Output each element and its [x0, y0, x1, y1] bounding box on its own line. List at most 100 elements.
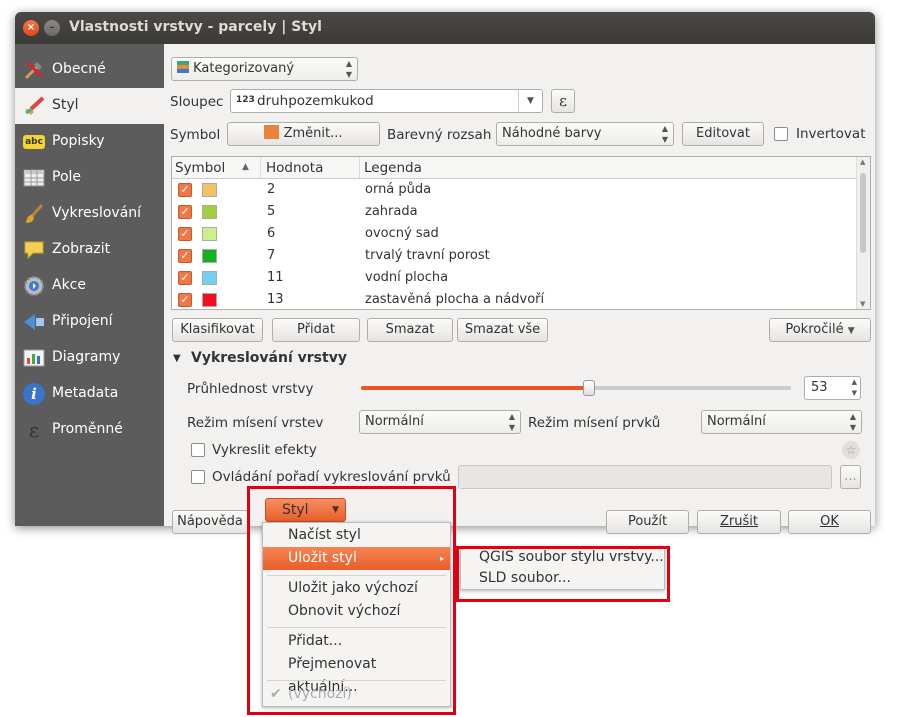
title-bar: × – Vlastnosti vrstvy - parcely | Styl: [15, 12, 875, 44]
opacity-slider[interactable]: [361, 380, 791, 396]
table-row[interactable]: ✓ 11 vodní plocha: [172, 267, 856, 289]
category-checkbox[interactable]: ✓: [178, 183, 192, 197]
sidebar-item-rendering[interactable]: Vykreslování: [15, 196, 164, 232]
blend-feature-label: Režim mísení prvků: [528, 415, 661, 431]
categorized-icon: [177, 61, 189, 73]
feature-order-label: Ovládání pořadí vykreslování prvků: [212, 469, 451, 485]
diagram-icon: [23, 349, 45, 367]
star-effects-icon[interactable]: ☆: [842, 441, 860, 459]
style-panel: Kategorizovaný ▲ ▼ Sloupec 123 druhpozemk…: [164, 44, 875, 534]
sidebar-item-diagrams[interactable]: Diagramy: [15, 340, 164, 376]
apply-button[interactable]: Použít: [606, 510, 689, 534]
sidebar-item-actions[interactable]: Akce: [15, 268, 164, 304]
sidebar-item-metadata[interactable]: i Metadata: [15, 376, 164, 412]
info-icon: i: [23, 383, 45, 405]
scroll-down-icon[interactable]: ▼: [860, 300, 865, 308]
blend-feature-select[interactable]: Normální ▲ ▼: [701, 410, 862, 434]
minimize-icon[interactable]: –: [44, 20, 60, 36]
add-category-button[interactable]: Přidat: [272, 318, 360, 342]
numeric-field-icon: 123: [236, 95, 255, 105]
sidebar-item-joins[interactable]: Připojení: [15, 304, 164, 340]
category-legend: ovocný sad: [365, 226, 439, 241]
category-legend: trvalý travní porost: [365, 248, 490, 263]
blend-layer-select[interactable]: Normální ▲ ▼: [359, 410, 521, 434]
collapse-arrow-icon[interactable]: ▼: [173, 353, 181, 364]
feature-order-more-button[interactable]: ...: [840, 465, 861, 489]
header-symbol[interactable]: Symbol: [175, 160, 225, 176]
category-legend: zastavěná plocha a nádvoří: [365, 292, 545, 307]
rendering-section-title[interactable]: Vykreslování vrstvy: [191, 350, 347, 366]
category-checkbox[interactable]: ✓: [178, 205, 192, 219]
classify-button[interactable]: Klasifikovat: [172, 318, 263, 342]
table-icon: [23, 169, 45, 187]
highlight-box-save-submenu: [456, 546, 670, 602]
invert-checkbox[interactable]: [774, 127, 788, 141]
column-select[interactable]: 123 druhpozemkukod ▼: [230, 89, 543, 113]
help-button[interactable]: Nápověda: [172, 510, 248, 534]
category-checkbox[interactable]: ✓: [178, 293, 192, 307]
close-icon[interactable]: ×: [23, 20, 39, 36]
expression-button[interactable]: ε: [551, 89, 575, 113]
speech-bubble-icon: [24, 241, 44, 260]
header-value[interactable]: Hodnota: [266, 160, 323, 176]
invert-label: Invertovat: [796, 126, 866, 142]
paintbrush-icon: [25, 96, 45, 115]
sidebar-item-style[interactable]: Styl: [15, 88, 164, 124]
edit-ramp-button[interactable]: Editovat: [682, 122, 764, 146]
advanced-button[interactable]: Pokročilé ▼: [769, 318, 871, 342]
spinner-arrows-icon: ▲ ▼: [345, 59, 352, 79]
category-symbol-swatch[interactable]: [202, 293, 217, 307]
table-row[interactable]: ✓ 5 zahrada: [172, 201, 856, 223]
spinner-arrows-icon: ▲ ▼: [849, 412, 856, 432]
layer-properties-window: × – Vlastnosti vrstvy - parcely | Styl O…: [15, 12, 875, 534]
scroll-up-icon[interactable]: ▲: [860, 158, 865, 166]
category-checkbox[interactable]: ✓: [178, 249, 192, 263]
chevron-down-icon[interactable]: ▼: [518, 90, 542, 112]
opacity-slider-handle[interactable]: [582, 380, 595, 396]
table-scrollbar[interactable]: ▲ ▼: [856, 157, 870, 309]
join-icon: [24, 314, 44, 330]
category-legend: orná půda: [365, 182, 432, 197]
sidebar-item-general[interactable]: Obecné: [15, 52, 164, 88]
ok-button[interactable]: OK: [788, 510, 871, 534]
spinner-arrows-icon[interactable]: ▲ ▼: [852, 377, 857, 399]
category-symbol-swatch[interactable]: [202, 249, 217, 263]
category-symbol-swatch[interactable]: [202, 271, 217, 285]
cancel-button[interactable]: Zrušit: [697, 510, 781, 534]
change-symbol-button[interactable]: Změnit...: [227, 122, 380, 146]
header-legend[interactable]: Legenda: [364, 160, 422, 176]
table-row[interactable]: ✓ 13 zastavěná plocha a nádvoří: [172, 289, 856, 311]
delete-all-button[interactable]: Smazat vše: [457, 318, 548, 342]
opacity-spinbox[interactable]: 53 ▲ ▼: [804, 376, 861, 400]
scrollbar-thumb[interactable]: [860, 173, 866, 253]
highlight-box-style-menu: [247, 486, 456, 715]
feature-order-field: [458, 465, 832, 489]
chevron-down-icon: ▼: [847, 326, 855, 336]
category-symbol-swatch[interactable]: [202, 183, 217, 197]
delete-category-button[interactable]: Smazat: [367, 318, 453, 342]
sidebar-item-fields[interactable]: Pole: [15, 160, 164, 196]
category-checkbox[interactable]: ✓: [178, 271, 192, 285]
effects-checkbox[interactable]: [191, 443, 205, 457]
feature-order-checkbox[interactable]: [191, 470, 205, 484]
table-row[interactable]: ✓ 7 trvalý travní porost: [172, 245, 856, 267]
sidebar-item-variables[interactable]: ε Proměnné: [15, 412, 164, 448]
category-symbol-swatch[interactable]: [202, 227, 217, 241]
category-value: 11: [267, 270, 284, 285]
table-row[interactable]: ✓ 2 orná půda: [172, 179, 856, 201]
category-symbol-swatch[interactable]: [202, 205, 217, 219]
category-value: 2: [267, 182, 276, 197]
category-legend: zahrada: [365, 204, 418, 219]
tools-icon: [24, 61, 43, 80]
sidebar-item-display[interactable]: Zobrazit: [15, 232, 164, 268]
table-header: Symbol ▲ Hodnota Legenda: [172, 157, 856, 179]
gear-play-icon: [24, 276, 44, 296]
category-legend: vodní plocha: [365, 270, 449, 285]
renderer-select[interactable]: Kategorizovaný ▲ ▼: [171, 57, 358, 81]
sidebar-item-labels[interactable]: abc Popisky: [15, 124, 164, 160]
category-checkbox[interactable]: ✓: [178, 227, 192, 241]
symbol-label: Symbol: [170, 127, 221, 143]
table-row[interactable]: ✓ 6 ovocný sad: [172, 223, 856, 245]
sort-ascending-icon: ▲: [242, 162, 249, 172]
color-ramp-select[interactable]: Náhodné barvy ▲ ▼: [496, 122, 674, 146]
